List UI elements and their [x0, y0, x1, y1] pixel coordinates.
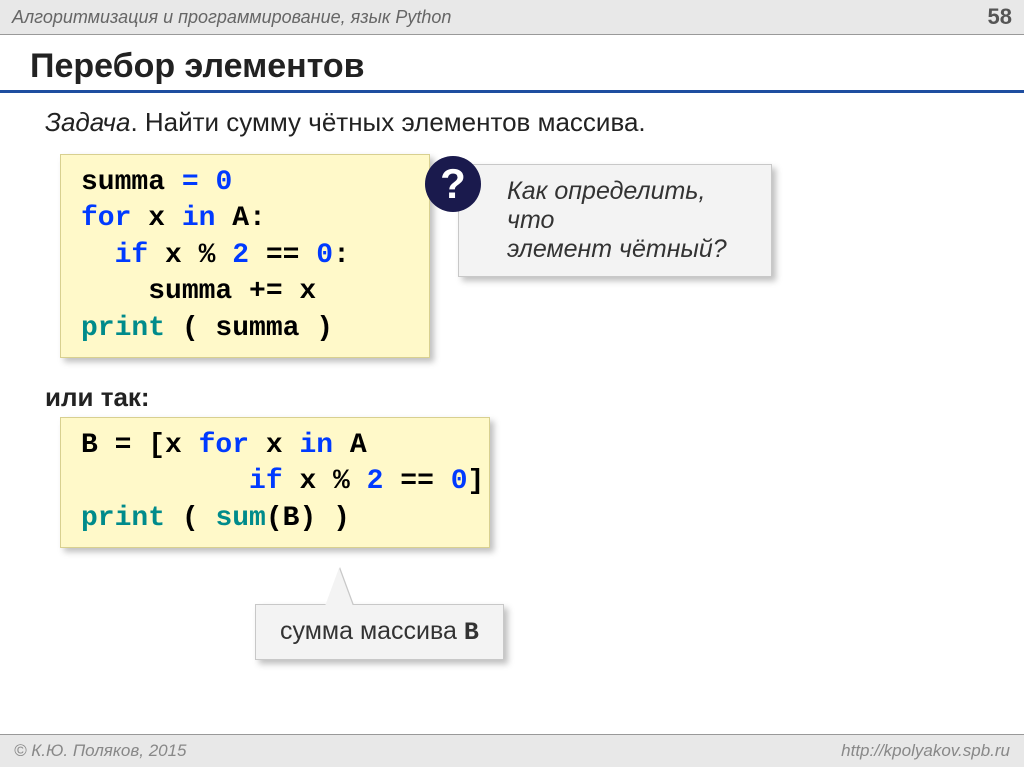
slide-footer: © К.Ю. Поляков, 2015 http://kpolyakov.sp… [0, 734, 1024, 767]
page-number: 58 [988, 4, 1012, 30]
or-label: или так: [45, 382, 1024, 413]
callout-code: B [464, 618, 479, 647]
footer-url: http://kpolyakov.spb.ru [841, 741, 1010, 761]
task-description: Задача. Найти сумму чётных элементов мас… [0, 93, 1024, 148]
callout-text: сумма массива [280, 617, 464, 645]
copyright: © К.Ю. Поляков, 2015 [14, 741, 187, 761]
question-callout: Как определить, что элемент чётный? [458, 164, 772, 277]
task-text: . Найти сумму чётных элементов массива. [130, 107, 645, 137]
code-block-2: B = [x for x in A if x % 2 == 0] print (… [60, 417, 490, 548]
course-title: Алгоритмизация и программирование, язык … [12, 7, 451, 28]
task-label: Задача [45, 107, 130, 137]
code-block-1: summa = 0 for x in A: if x % 2 == 0: sum… [60, 154, 430, 358]
sum-callout: сумма массива B [255, 604, 504, 660]
slide-title: Перебор элементов [0, 35, 1024, 93]
question-line1: Как определить, что [507, 177, 749, 235]
question-mark-icon: ? [425, 156, 481, 212]
slide-header: Алгоритмизация и программирование, язык … [0, 0, 1024, 35]
callout-tail-icon [325, 568, 353, 606]
question-line2: элемент чётный? [507, 235, 749, 264]
